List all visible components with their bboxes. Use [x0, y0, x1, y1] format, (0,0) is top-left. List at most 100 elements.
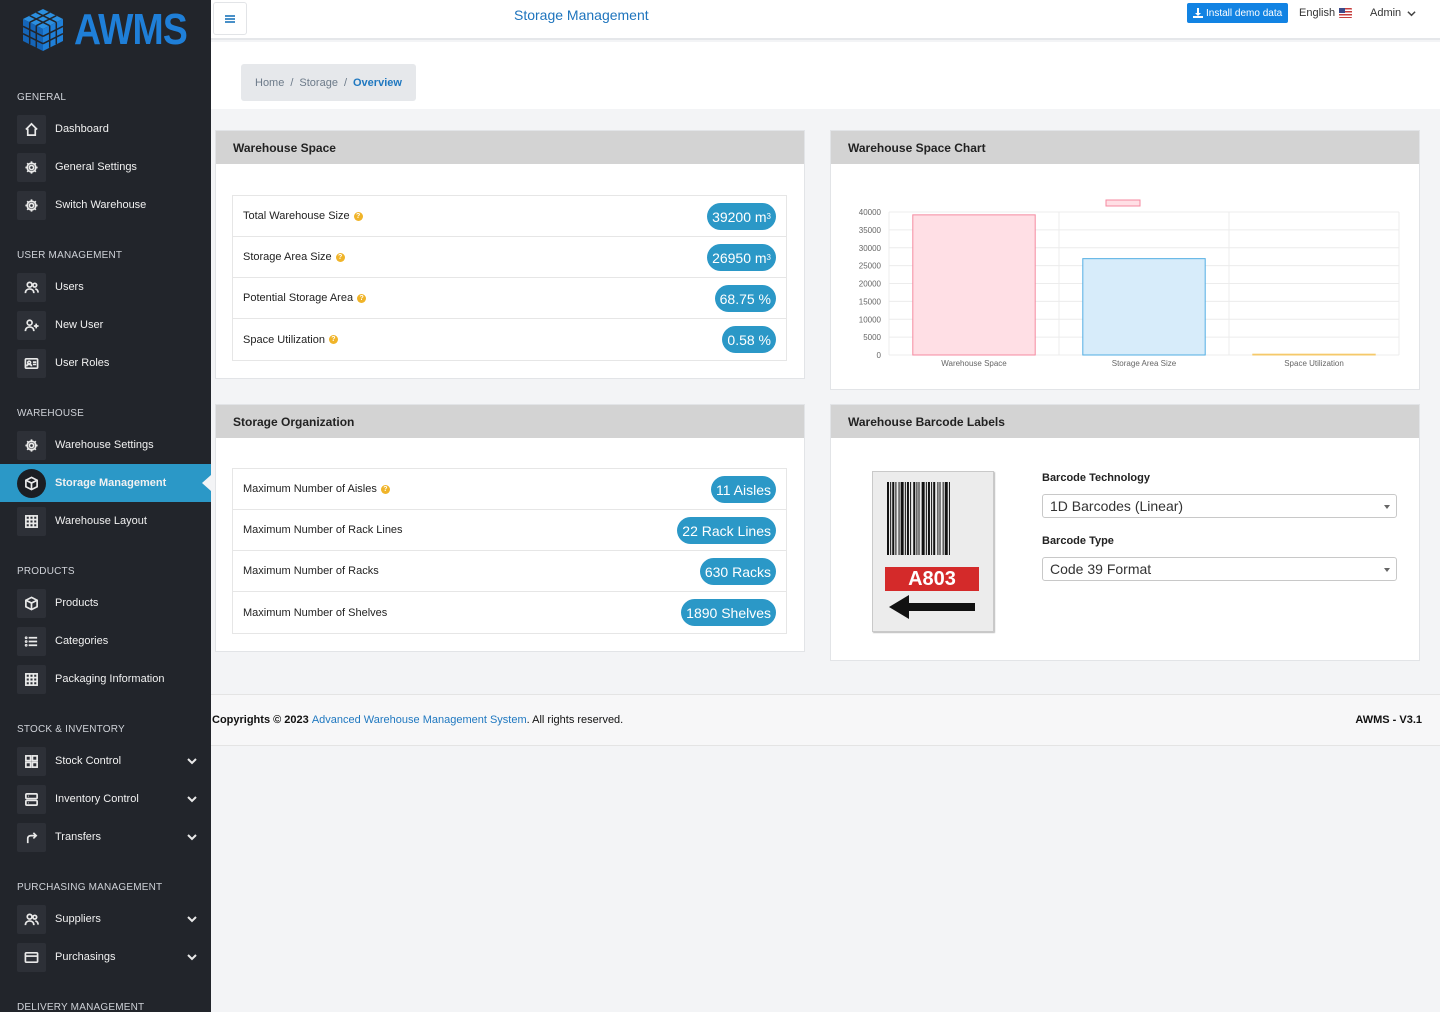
stat-label: Maximum Number of Rack Lines — [243, 524, 403, 536]
barcode-bar — [910, 482, 912, 555]
breadcrumb-storage[interactable]: Storage — [299, 77, 338, 89]
stat-unit-sup: 3 — [766, 212, 771, 221]
sidebar-item-label: Products — [55, 597, 99, 609]
download-icon — [1193, 8, 1203, 18]
sidebar-section-title: GENERAL — [17, 92, 67, 103]
install-demo-data-label: Install demo data — [1206, 7, 1283, 19]
box-icon — [17, 588, 46, 618]
sidebar-item-label: Warehouse Layout — [55, 515, 147, 527]
sidebar-item-products[interactable]: Products — [0, 584, 211, 622]
sidebar-item-suppliers[interactable]: Suppliers — [0, 900, 211, 938]
stat-value: 1890 Shelves — [686, 604, 771, 621]
grid-icon — [17, 664, 46, 694]
barcode-type-label: Barcode Type — [1042, 535, 1114, 547]
stat-value-badge: 68.75 % — [714, 285, 776, 312]
stat-value: 22 Rack Lines — [682, 522, 771, 539]
sidebar-item-general-settings[interactable]: General Settings — [0, 148, 211, 186]
user-name: Admin — [1370, 7, 1402, 19]
footer-link[interactable]: Advanced Warehouse Management System — [312, 714, 527, 726]
warehouse-space-panel: Warehouse Space Total Warehouse Size? 392… — [215, 130, 805, 379]
topbar: Storage Management Install demo data Eng… — [211, 0, 1440, 40]
stat-value-badge: 630 Racks — [699, 558, 776, 585]
share-icon — [17, 822, 46, 852]
gear-icon — [17, 190, 46, 220]
breadcrumb: Home / Storage / Overview — [241, 64, 416, 101]
stat-row: Maximum Number of Aisles? 11 Aisles — [233, 469, 786, 510]
warehouse-space-list: Total Warehouse Size? 39200 m 3 Storage Are… — [232, 195, 787, 361]
breadcrumb-separator: / — [290, 76, 294, 89]
barcode-bar — [913, 482, 916, 555]
sidebar-item-label: Users — [55, 281, 84, 293]
sidebar-item-label: User Roles — [55, 357, 110, 369]
barcode-type-select[interactable]: Code 39 Format — [1042, 557, 1397, 581]
panel-title: Warehouse Barcode Labels — [831, 405, 1419, 438]
help-icon[interactable]: ? — [357, 293, 367, 303]
sidebar-item-transfers[interactable]: Transfers — [0, 818, 211, 856]
barcode-bar — [900, 482, 904, 555]
sidebar-item-packaging-information[interactable]: Packaging Information — [0, 660, 211, 698]
stat-row: Potential Storage Area? 68.75 % — [233, 278, 786, 319]
language-selector[interactable]: English — [1299, 7, 1353, 19]
copyright-prefix: Copyrights © 2023 — [212, 714, 312, 726]
x-tick-label: Storage Area Size — [1112, 359, 1177, 368]
chevron-down-icon[interactable] — [187, 832, 197, 842]
stat-value-badge: 26950 m3 — [707, 244, 776, 271]
chevron-down-icon[interactable] — [187, 794, 197, 804]
help-icon[interactable]: ? — [335, 252, 345, 262]
sidebar-item-user-roles[interactable]: User Roles — [0, 344, 211, 382]
sidebar-item-stock-control[interactable]: Stock Control — [0, 742, 211, 780]
sidebar-item-storage-management[interactable]: Storage Management — [0, 464, 211, 502]
sidebar-item-label: Warehouse Settings — [55, 439, 154, 451]
chevron-down-icon[interactable] — [187, 952, 197, 962]
logo[interactable]: AWMS — [0, 0, 211, 60]
chart-bar — [1252, 353, 1376, 356]
barcode-bar — [939, 482, 941, 555]
help-icon[interactable]: ? — [328, 335, 338, 344]
help-icon[interactable]: ? — [380, 484, 390, 494]
y-tick-label: 15000 — [859, 297, 882, 306]
sidebar-section-title: PURCHASING MANAGEMENT — [17, 882, 163, 893]
stat-value: 26950 m — [712, 249, 767, 266]
sidebar-item-categories[interactable]: Categories — [0, 622, 211, 660]
barcode-bar — [895, 482, 897, 555]
cube-logo-icon — [20, 7, 66, 53]
user-menu[interactable]: Admin — [1370, 7, 1416, 19]
breadcrumb-separator: / — [343, 76, 347, 89]
breadcrumb-current: Overview — [353, 76, 402, 89]
panel-title: Storage Organization — [216, 405, 804, 438]
sidebar-item-label: Categories — [55, 635, 109, 647]
barcode-bar — [898, 482, 900, 555]
sidebar-item-dashboard[interactable]: Dashboard — [0, 110, 211, 148]
chevron-down-icon[interactable] — [187, 756, 197, 766]
menu-toggle-button[interactable] — [213, 2, 247, 35]
stat-row: Maximum Number of Shelves 1890 Shelves — [233, 592, 786, 633]
barcode-technology-select[interactable]: 1D Barcodes (Linear) — [1042, 494, 1397, 518]
user-plus-icon — [17, 310, 46, 340]
sidebar-item-purchasings[interactable]: Purchasings — [0, 938, 211, 976]
storage-organization-list: Maximum Number of Aisles? 11 Aisles Maximu… — [232, 468, 787, 634]
sidebar-item-inventory-control[interactable]: Inventory Control — [0, 780, 211, 818]
barcode-location-code: A803 — [885, 567, 979, 591]
sidebar-item-warehouse-settings[interactable]: Warehouse Settings — [0, 426, 211, 464]
users-icon — [17, 272, 46, 302]
chevron-down-icon[interactable] — [187, 914, 197, 924]
sidebar-item-new-user[interactable]: New User — [0, 306, 211, 344]
chevron-down-icon — [1407, 10, 1416, 16]
install-demo-data-button[interactable]: Install demo data — [1187, 3, 1289, 23]
copyright: Copyrights © 2023 Advanced Warehouse Man… — [212, 714, 623, 726]
stat-row: Total Warehouse Size? 39200 m3 — [233, 196, 786, 237]
panel-title: Warehouse Space — [216, 131, 804, 164]
language-label: English — [1299, 7, 1336, 19]
barcode-bars — [887, 482, 950, 555]
storage-organization-panel: Storage Organization Maximum Number of A… — [215, 404, 805, 652]
breadcrumb-home[interactable]: Home — [255, 77, 284, 89]
sidebar-item-users[interactable]: Users — [0, 268, 211, 306]
stat-row: Space Utilization? 0.58 % — [233, 319, 786, 360]
sidebar-item-warehouse-layout[interactable]: Warehouse Layout — [0, 502, 211, 540]
sidebar-item-switch-warehouse[interactable]: Switch Warehouse — [0, 186, 211, 224]
help-icon[interactable]: ? — [353, 211, 363, 221]
sidebar-section-title: DELIVERY MANAGEMENT — [17, 1002, 145, 1012]
panel-title: Warehouse Space Chart — [831, 131, 1419, 164]
credit-card-icon — [17, 942, 46, 972]
barcode-bar — [887, 482, 889, 555]
